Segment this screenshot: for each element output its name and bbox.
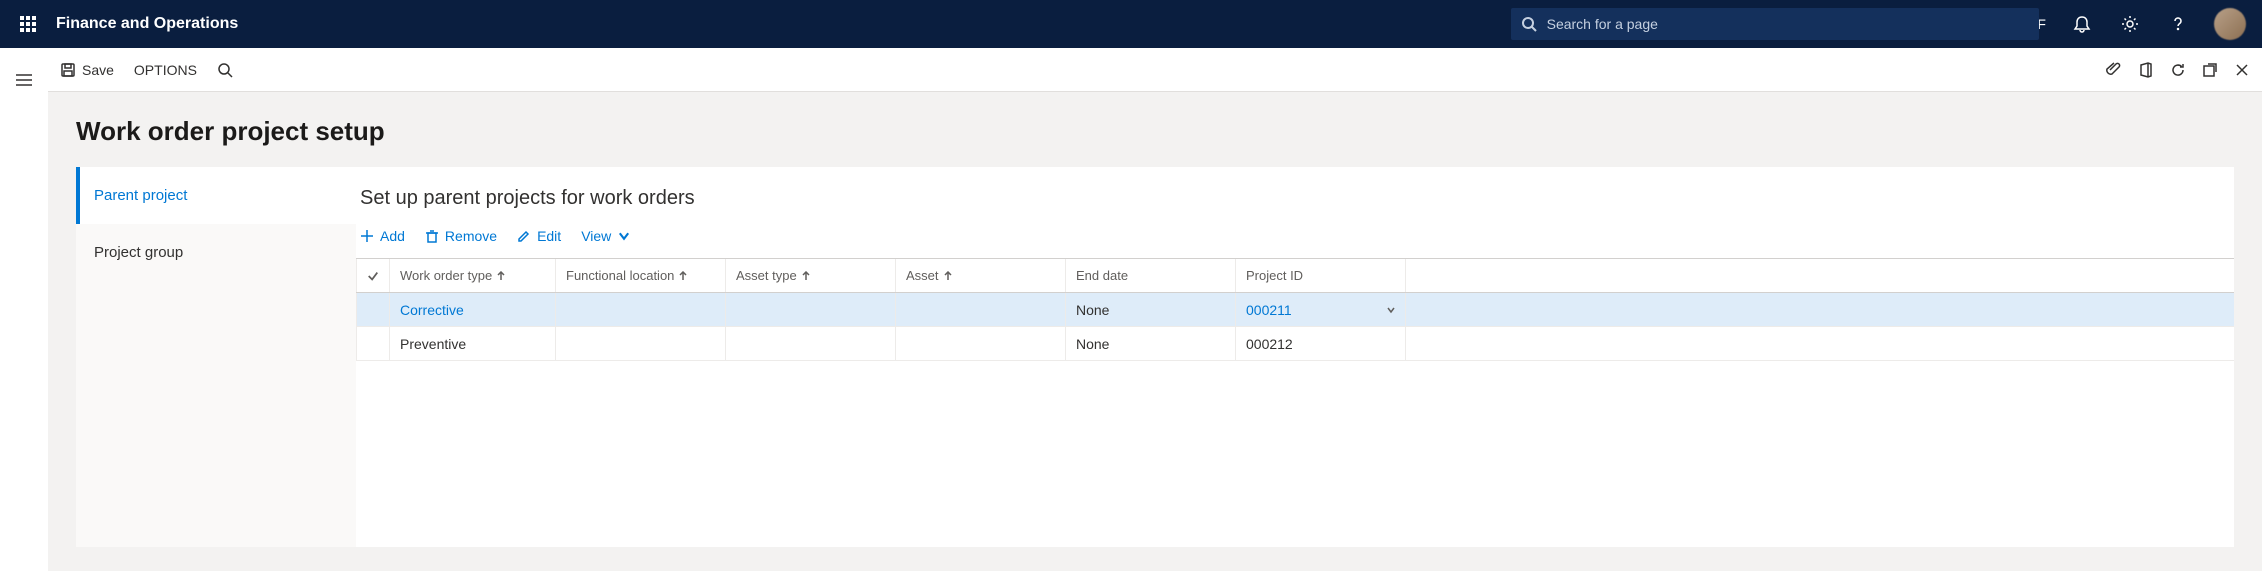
hamburger-icon[interactable] <box>0 60 48 100</box>
options-label: OPTIONS <box>134 62 197 78</box>
grid-header: Work order type Functional location Asse… <box>356 259 2234 293</box>
cell-work-order-type[interactable]: Corrective <box>390 293 556 326</box>
chevron-down-icon <box>1385 304 1397 316</box>
popout-icon[interactable] <box>2202 62 2218 78</box>
options-button[interactable]: OPTIONS <box>134 62 197 78</box>
col-end-date[interactable]: End date <box>1066 259 1236 292</box>
add-button[interactable]: Add <box>360 228 405 244</box>
cell-functional-location[interactable] <box>556 293 726 326</box>
col-project-id[interactable]: Project ID <box>1236 259 1406 292</box>
col-work-order-type[interactable]: Work order type <box>390 259 556 292</box>
sort-asc-icon <box>496 271 506 281</box>
edit-button[interactable]: Edit <box>517 228 561 244</box>
row-selector[interactable] <box>356 293 390 326</box>
col-asset-type[interactable]: Asset type <box>726 259 896 292</box>
grid: Work order type Functional location Asse… <box>356 258 2234 361</box>
cell-asset[interactable] <box>896 327 1066 360</box>
gear-icon[interactable] <box>2110 0 2150 48</box>
attachments-icon[interactable] <box>2106 62 2122 78</box>
office-icon[interactable] <box>2138 62 2154 78</box>
top-bar: Finance and Operations USMF <box>0 0 2262 48</box>
check-icon <box>367 269 379 283</box>
search-input[interactable] <box>1511 8 2039 40</box>
refresh-icon[interactable] <box>2170 62 2186 78</box>
side-tabs: Parent project Project group <box>76 167 356 547</box>
sort-asc-icon <box>943 271 953 281</box>
cell-work-order-type[interactable]: Preventive <box>390 327 556 360</box>
grid-header-select[interactable] <box>356 259 390 292</box>
cell-asset-type[interactable] <box>726 293 896 326</box>
save-label: Save <box>82 62 114 78</box>
top-right: USMF <box>2006 0 2254 48</box>
action-bar: Save OPTIONS <box>48 48 2262 92</box>
sort-asc-icon <box>801 271 811 281</box>
help-icon[interactable] <box>2158 0 2198 48</box>
bell-icon[interactable] <box>2062 0 2102 48</box>
tab-project-group[interactable]: Project group <box>76 224 356 281</box>
cell-asset-type[interactable] <box>726 327 896 360</box>
add-label: Add <box>380 228 405 244</box>
table-row[interactable]: Preventive None 000212 <box>356 327 2234 361</box>
remove-button[interactable]: Remove <box>425 228 497 244</box>
cell-project-id[interactable]: 000211 <box>1236 293 1406 326</box>
page-title: Work order project setup <box>76 116 2234 147</box>
remove-label: Remove <box>445 228 497 244</box>
waffle-icon[interactable] <box>8 0 48 48</box>
close-icon[interactable] <box>2234 62 2250 78</box>
search-icon <box>1521 16 1537 32</box>
cell-functional-location[interactable] <box>556 327 726 360</box>
col-asset[interactable]: Asset <box>896 259 1066 292</box>
table-row[interactable]: Corrective None 000211 <box>356 293 2234 327</box>
col-functional-location[interactable]: Functional location <box>556 259 726 292</box>
view-dropdown[interactable]: View <box>581 228 631 244</box>
panel-title: Set up parent projects for work orders <box>356 187 2234 228</box>
content-area: Work order project setup Parent project … <box>48 92 2262 571</box>
sort-asc-icon <box>678 271 688 281</box>
edit-label: Edit <box>537 228 561 244</box>
app-title: Finance and Operations <box>56 15 238 33</box>
tab-parent-project[interactable]: Parent project <box>76 167 356 224</box>
search-action-icon[interactable] <box>217 62 233 78</box>
cell-end-date[interactable]: None <box>1066 293 1236 326</box>
avatar[interactable] <box>2214 8 2246 40</box>
view-label: View <box>581 228 611 244</box>
save-button[interactable]: Save <box>60 62 114 78</box>
setup-panel: Parent project Project group Set up pare… <box>76 167 2234 547</box>
grid-toolbar: Add Remove Edit View <box>356 228 2234 258</box>
chevron-down-icon <box>617 229 631 243</box>
cell-end-date[interactable]: None <box>1066 327 1236 360</box>
row-selector[interactable] <box>356 327 390 360</box>
search-container <box>1511 8 2039 40</box>
cell-asset[interactable] <box>896 293 1066 326</box>
nav-rail <box>0 48 48 571</box>
cell-project-id[interactable]: 000212 <box>1236 327 1406 360</box>
